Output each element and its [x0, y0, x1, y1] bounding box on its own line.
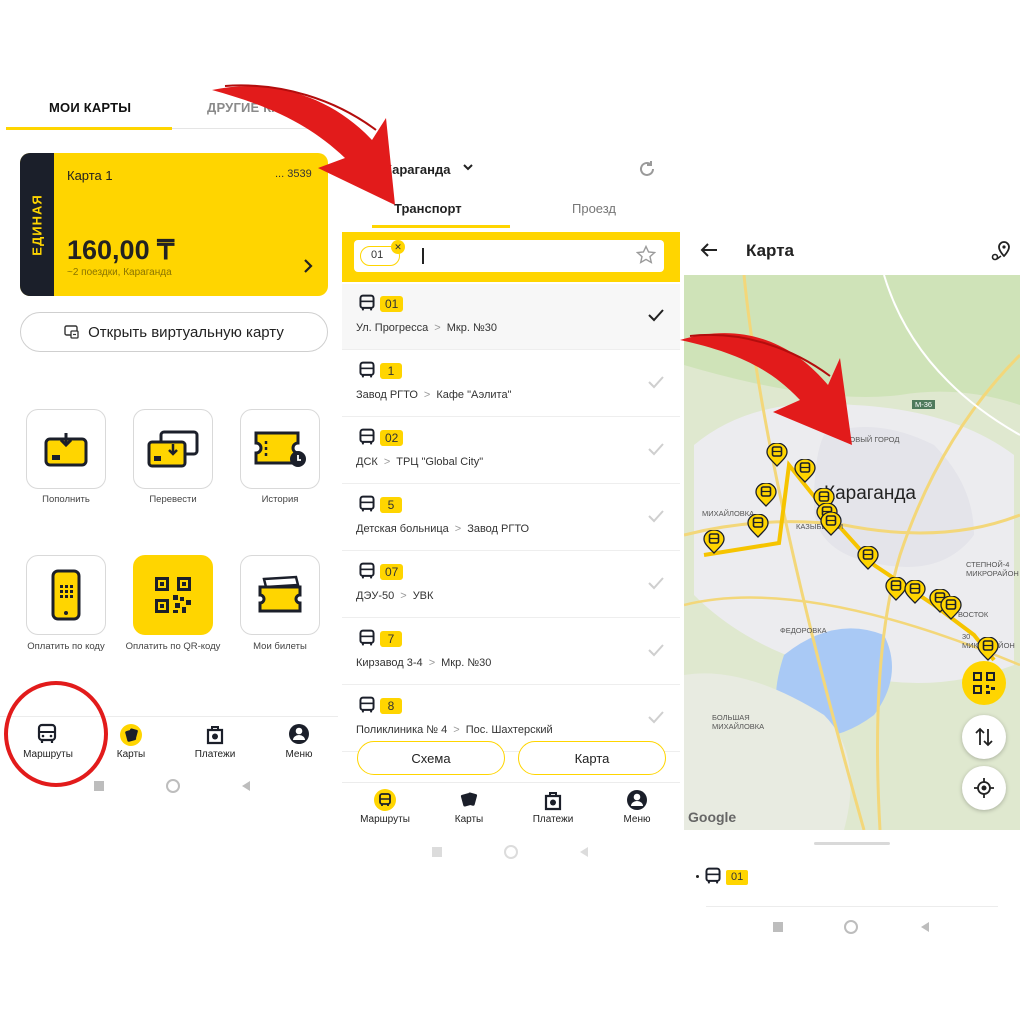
annotation-arrows [212, 84, 852, 445]
arrow-to-map-icon [680, 333, 852, 445]
arrow-to-routes-icon [212, 86, 395, 205]
